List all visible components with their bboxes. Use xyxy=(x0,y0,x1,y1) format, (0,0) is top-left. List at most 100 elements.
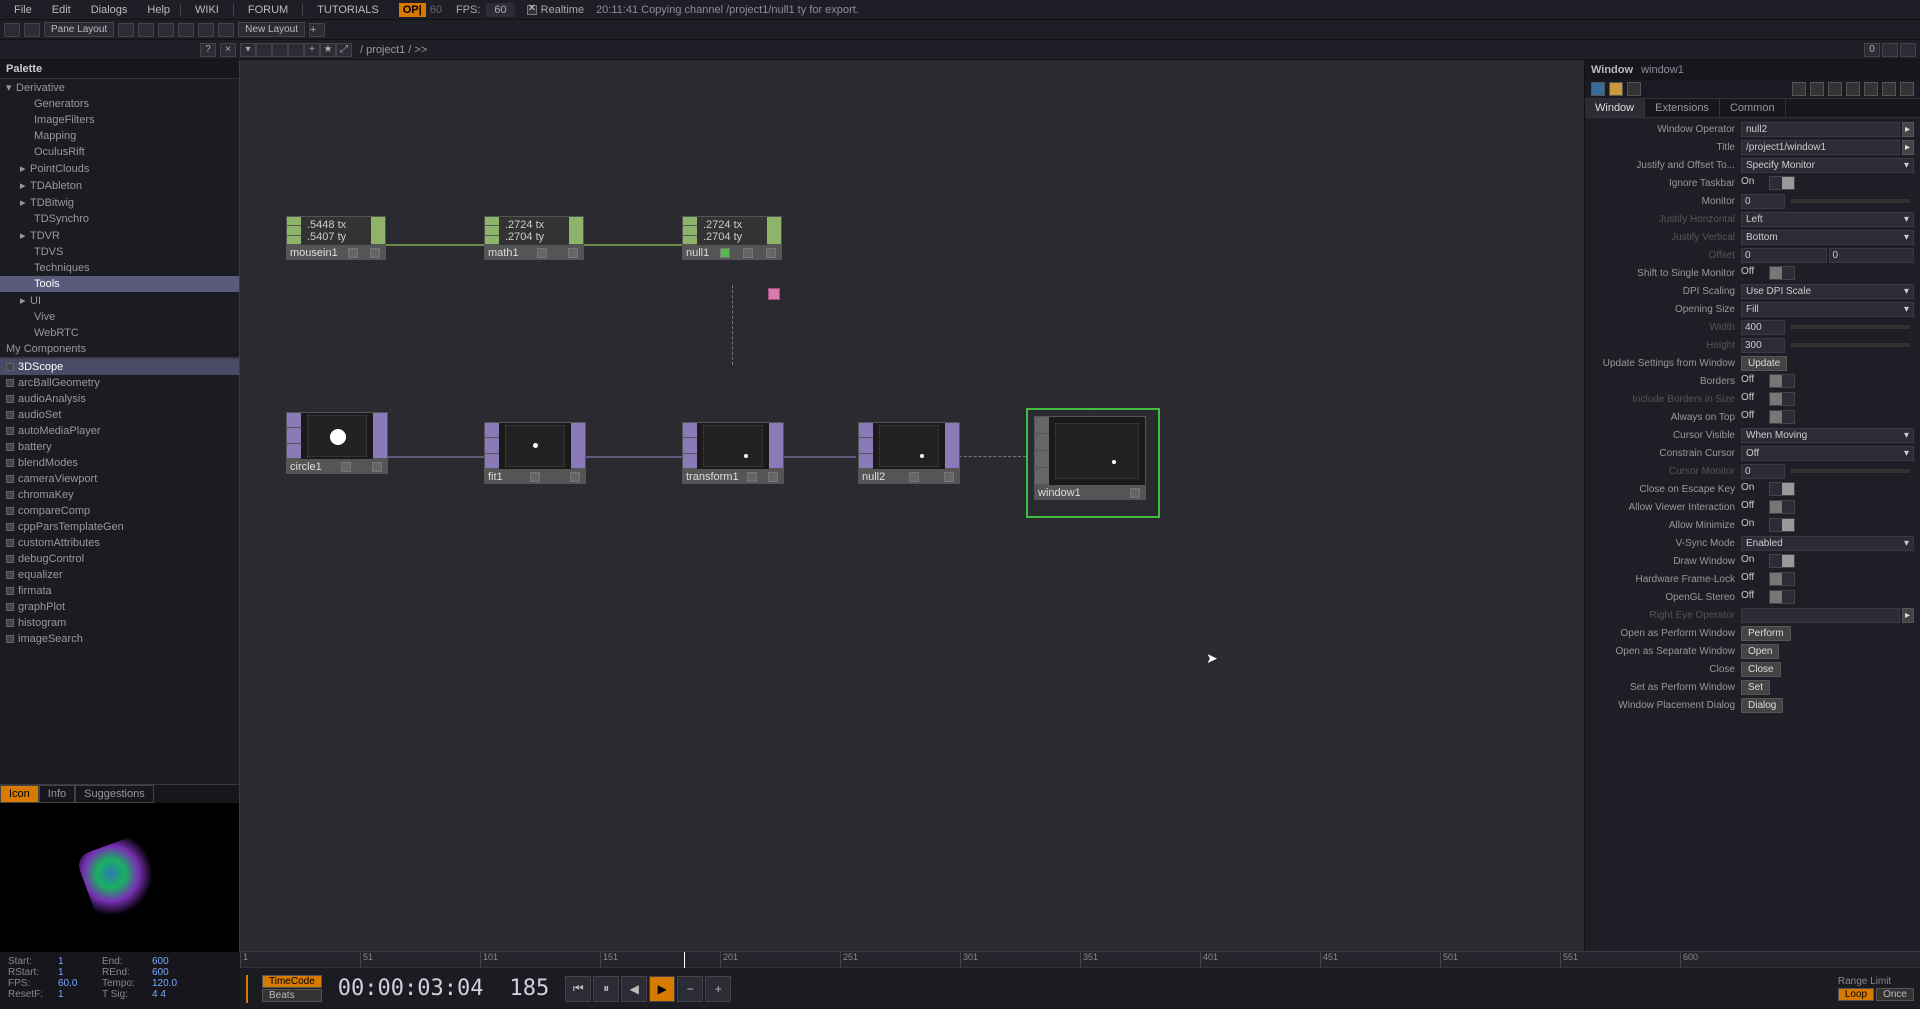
help-icon[interactable] xyxy=(1591,82,1605,96)
component-battery[interactable]: battery xyxy=(0,439,239,455)
text-field[interactable] xyxy=(1741,608,1900,623)
menu-edit[interactable]: Edit xyxy=(42,4,81,16)
step-back-button[interactable]: ◀ xyxy=(621,976,647,1002)
node-null2[interactable]: null2 xyxy=(858,422,960,484)
tree-item-mapping[interactable]: Mapping xyxy=(0,128,239,144)
frame-display[interactable]: 185 xyxy=(499,976,559,1001)
toggle[interactable] xyxy=(1769,590,1795,604)
tree-item-ui[interactable]: ▸UI xyxy=(0,292,239,309)
nav-bookmark-icon[interactable]: ★ xyxy=(320,43,336,57)
toggle[interactable] xyxy=(1769,392,1795,406)
node-null1[interactable]: .2724 tx .2704 ty null1 xyxy=(682,216,782,260)
python-icon[interactable] xyxy=(1609,82,1623,96)
layout-preset-1[interactable] xyxy=(118,23,134,37)
nav-up-icon[interactable] xyxy=(288,43,304,57)
param-opt-7-icon[interactable] xyxy=(1900,82,1914,96)
palette-tree[interactable]: ▾DerivativeGeneratorsImageFiltersMapping… xyxy=(0,79,239,358)
network-view[interactable]: .5448 tx .5407 ty mousein1 .2724 tx .270… xyxy=(240,60,1584,951)
path-opt-1-icon[interactable] xyxy=(1882,43,1898,57)
menu-file[interactable]: File xyxy=(4,4,42,16)
realtime-toggle[interactable]: Realtime xyxy=(527,4,584,16)
node-flag-icon[interactable] xyxy=(944,472,954,482)
num-field[interactable]: 400 xyxy=(1741,320,1785,335)
timecode-button[interactable]: TimeCode xyxy=(262,975,322,988)
menu-help[interactable]: Help xyxy=(137,4,180,16)
num-field[interactable]: 0 xyxy=(1741,464,1785,479)
action-button[interactable]: Open xyxy=(1741,644,1779,659)
tab-common[interactable]: Common xyxy=(1720,99,1786,117)
add-layout-icon[interactable]: + xyxy=(309,23,325,37)
node-mousein1[interactable]: .5448 tx .5407 ty mousein1 xyxy=(286,216,386,260)
action-button[interactable]: Set xyxy=(1741,680,1770,695)
node-flag-icon[interactable] xyxy=(909,472,919,482)
param-opt-3-icon[interactable] xyxy=(1828,82,1842,96)
palette-help-icon[interactable]: ? xyxy=(200,43,216,57)
op-name[interactable]: window1 xyxy=(1641,64,1684,76)
ref-icon[interactable]: ▸ xyxy=(1902,122,1914,137)
toggle[interactable] xyxy=(1769,374,1795,388)
component-compareComp[interactable]: compareComp xyxy=(0,503,239,519)
preview-tab-info[interactable]: Info xyxy=(39,785,75,803)
node-flag-icon[interactable] xyxy=(743,248,753,258)
pane-type-icon[interactable]: ▾ xyxy=(240,43,256,57)
layout-preset-3[interactable] xyxy=(158,23,174,37)
ref-icon[interactable]: ▸ xyxy=(1902,608,1914,623)
text-field[interactable]: null2 xyxy=(1741,122,1900,137)
new-layout-button[interactable]: New Layout xyxy=(238,22,305,37)
node-flag-icon[interactable] xyxy=(1130,488,1140,498)
rewind-button[interactable]: ⏮ xyxy=(565,976,591,1002)
node-flag-icon[interactable] xyxy=(530,472,540,482)
node-circle1[interactable]: circle1 xyxy=(286,412,388,474)
tree-item-generators[interactable]: Generators xyxy=(0,96,239,112)
tab-extensions[interactable]: Extensions xyxy=(1645,99,1720,117)
toggle[interactable] xyxy=(1769,266,1795,280)
link-wiki[interactable]: WIKI xyxy=(180,4,233,16)
node-transform1[interactable]: transform1 xyxy=(682,422,784,484)
layout-preset-4[interactable] xyxy=(178,23,194,37)
toggle[interactable] xyxy=(1769,500,1795,514)
layout-preset-2[interactable] xyxy=(138,23,154,37)
tree-item-tools[interactable]: Tools xyxy=(0,276,239,292)
node-flag-active-icon[interactable] xyxy=(720,248,730,258)
component-audioSet[interactable]: audioSet xyxy=(0,407,239,423)
node-fit1[interactable]: fit1 xyxy=(484,422,586,484)
num-field[interactable]: 0 xyxy=(1741,194,1785,209)
timeline-ruler[interactable]: 151101151201251301351401451501551600 xyxy=(240,952,1920,968)
component-graphPlot[interactable]: graphPlot xyxy=(0,599,239,615)
tree-item-tdbitwig[interactable]: ▸TDBitwig xyxy=(0,194,239,211)
layout-icon[interactable] xyxy=(4,23,20,37)
tree-item-vive[interactable]: Vive xyxy=(0,309,239,325)
slider[interactable] xyxy=(1791,199,1910,203)
playhead[interactable] xyxy=(684,952,685,968)
slider[interactable] xyxy=(1791,343,1910,347)
loop-button[interactable]: Loop xyxy=(1838,988,1874,1001)
pane-layout-button[interactable]: Pane Layout xyxy=(44,22,114,37)
tree-item-my components[interactable]: My Components xyxy=(0,341,239,357)
dropdown[interactable]: Use DPI Scale xyxy=(1741,284,1914,299)
tree-item-tdvs[interactable]: TDVS xyxy=(0,244,239,260)
param-opt-2-icon[interactable] xyxy=(1810,82,1824,96)
info-icon[interactable] xyxy=(1627,82,1641,96)
component-cppParsTemplateGen[interactable]: cppParsTemplateGen xyxy=(0,519,239,535)
realtime-checkbox-icon[interactable] xyxy=(527,5,537,15)
layout-preset-6[interactable] xyxy=(218,23,234,37)
node-flag-icon[interactable] xyxy=(768,472,778,482)
path-text[interactable]: / project1 / >> xyxy=(352,44,435,56)
toggle[interactable] xyxy=(1769,518,1795,532)
num-field[interactable]: 0 xyxy=(1829,248,1915,263)
component-cameraViewport[interactable]: cameraViewport xyxy=(0,471,239,487)
param-opt-5-icon[interactable] xyxy=(1864,82,1878,96)
action-button[interactable]: Update xyxy=(1741,356,1787,371)
node-flag-icon[interactable] xyxy=(766,248,776,258)
node-flag-icon[interactable] xyxy=(372,462,382,472)
tab-window[interactable]: Window xyxy=(1585,99,1645,117)
tree-item-pointclouds[interactable]: ▸PointClouds xyxy=(0,160,239,177)
param-opt-6-icon[interactable] xyxy=(1882,82,1896,96)
node-math1[interactable]: .2724 tx .2704 ty math1 xyxy=(484,216,584,260)
toggle[interactable] xyxy=(1769,482,1795,496)
tree-item-techniques[interactable]: Techniques xyxy=(0,260,239,276)
menu-dialogs[interactable]: Dialogs xyxy=(81,4,138,16)
component-imageSearch[interactable]: imageSearch xyxy=(0,631,239,647)
param-opt-4-icon[interactable] xyxy=(1846,82,1860,96)
palette-close-icon[interactable]: × xyxy=(220,43,236,57)
